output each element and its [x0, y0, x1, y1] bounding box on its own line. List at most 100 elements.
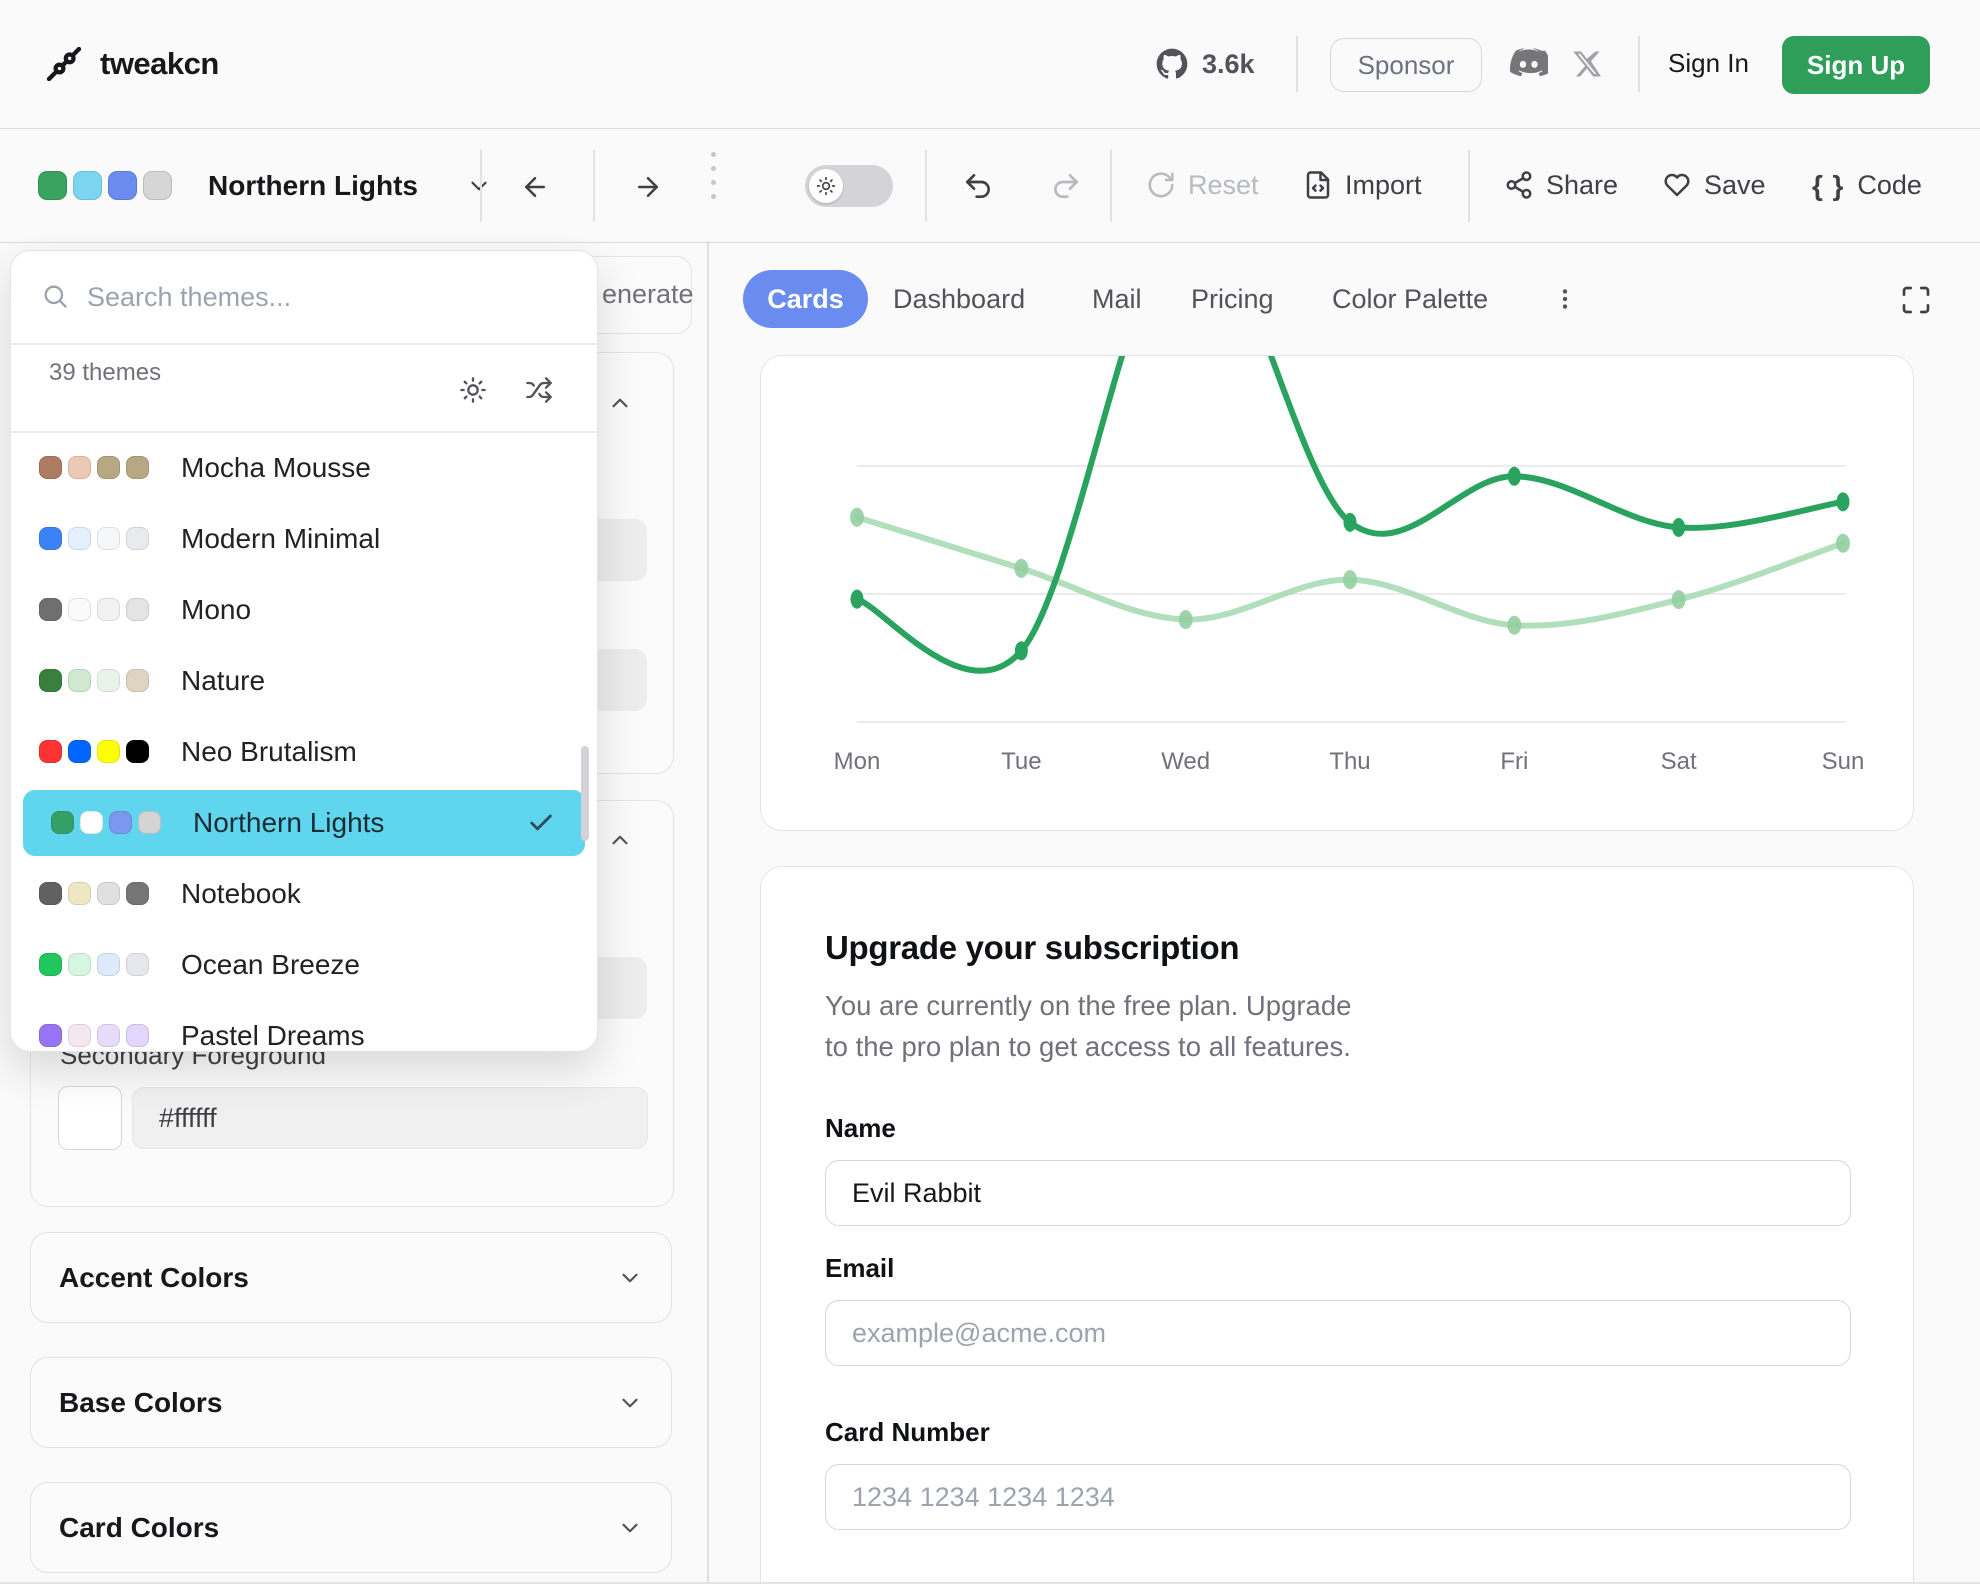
- card-number-label: Card Number: [825, 1417, 990, 1448]
- current-theme-name: Northern Lights: [208, 170, 418, 202]
- chevron-up-icon[interactable]: [607, 827, 633, 853]
- tweakcn-app: tweakcn 3.6k Sponsor Sign In Sign Up No: [0, 0, 1980, 1584]
- sun-icon: [816, 176, 836, 196]
- theme-search-dropdown: 39 themes Mocha MousseModern MinimalMono…: [10, 250, 598, 1052]
- sign-in-button[interactable]: Sign In: [1668, 48, 1749, 79]
- tab-color-palette[interactable]: Color Palette: [1332, 284, 1488, 315]
- fullscreen-icon[interactable]: [1900, 284, 1932, 316]
- theme-chip: [38, 171, 67, 200]
- theme-option-nature[interactable]: Nature: [11, 645, 597, 716]
- braces-icon: { }: [1812, 170, 1845, 202]
- line-chart: MonTueWedThuFriSatSun: [761, 356, 1914, 831]
- sponsor-button[interactable]: Sponsor: [1330, 38, 1482, 92]
- editor-toolbar: Northern Lights: [0, 130, 1980, 243]
- name-input[interactable]: [825, 1160, 1851, 1226]
- discord-link[interactable]: [1506, 0, 1548, 128]
- themes-count: 39 themes: [49, 327, 161, 419]
- theme-option-mono[interactable]: Mono: [11, 574, 597, 645]
- color-swatch: [97, 527, 120, 550]
- color-swatch: [51, 811, 74, 834]
- theme-swatches: [39, 953, 155, 976]
- accordion-base-colors[interactable]: Base Colors: [30, 1357, 672, 1448]
- dropdown-scrollbar[interactable]: [581, 746, 589, 841]
- theme-option-pastel-dreams[interactable]: Pastel Dreams: [11, 1000, 597, 1052]
- generate-button-fragment[interactable]: enerate: [602, 279, 694, 310]
- color-swatch: [126, 598, 149, 621]
- theme-swatches: [39, 669, 155, 692]
- theme-swatches: [39, 527, 155, 550]
- email-input[interactable]: [825, 1300, 1851, 1366]
- color-swatch: [126, 740, 149, 763]
- code-button[interactable]: { } Code: [1812, 170, 1922, 202]
- color-swatch: [97, 1024, 120, 1047]
- theme-swatches: [39, 598, 155, 621]
- color-swatch: [138, 811, 161, 834]
- arrow-left-icon: [520, 172, 550, 202]
- more-tabs-icon[interactable]: [1552, 286, 1578, 312]
- theme-swatches: [51, 811, 167, 834]
- save-button[interactable]: Save: [1662, 170, 1766, 201]
- theme-chip: [108, 171, 137, 200]
- theme-selector[interactable]: Northern Lights: [38, 130, 492, 242]
- next-theme-button[interactable]: [633, 172, 663, 202]
- email-label: Email: [825, 1253, 894, 1284]
- tab-mail[interactable]: Mail: [1092, 284, 1142, 315]
- theme-option-modern-minimal[interactable]: Modern Minimal: [11, 503, 597, 574]
- theme-option-mocha-mousse[interactable]: Mocha Mousse: [11, 432, 597, 503]
- theme-option-label: Ocean Breeze: [181, 949, 360, 981]
- accordion-accent-colors[interactable]: Accent Colors: [30, 1232, 672, 1323]
- app-header: tweakcn 3.6k Sponsor Sign In Sign Up: [0, 0, 1980, 129]
- color-swatch: [97, 456, 120, 479]
- color-swatch: [97, 953, 120, 976]
- chevron-down-icon: [617, 1390, 643, 1416]
- heart-icon: [1662, 170, 1692, 200]
- color-swatch: [68, 882, 91, 905]
- toggle-knob: [809, 169, 843, 203]
- color-swatch: [97, 882, 120, 905]
- color-swatch: [126, 882, 149, 905]
- color-swatch: [68, 953, 91, 976]
- shuffle-icon[interactable]: [525, 376, 553, 404]
- tab-cards[interactable]: Cards: [743, 270, 868, 328]
- theme-option-northern-lights[interactable]: Northern Lights: [23, 790, 585, 856]
- upgrade-description: You are currently on the free plan. Upgr…: [825, 985, 1351, 1067]
- prev-theme-button[interactable]: [520, 172, 550, 202]
- svg-text:Fri: Fri: [1500, 748, 1528, 775]
- undo-button[interactable]: [962, 170, 994, 202]
- tab-dashboard[interactable]: Dashboard: [893, 284, 1025, 315]
- secondary-foreground-swatch[interactable]: [58, 1086, 122, 1150]
- color-swatch: [126, 669, 149, 692]
- theme-option-neo-brutalism[interactable]: Neo Brutalism: [11, 716, 597, 787]
- import-button[interactable]: Import: [1303, 170, 1422, 201]
- reset-button[interactable]: Reset: [1146, 170, 1259, 201]
- check-icon: [527, 809, 555, 837]
- redo-button[interactable]: [1050, 170, 1082, 202]
- share-button[interactable]: Share: [1504, 170, 1618, 201]
- sign-up-button[interactable]: Sign Up: [1782, 36, 1930, 94]
- logo[interactable]: tweakcn: [44, 0, 219, 128]
- color-swatch: [39, 1024, 62, 1047]
- github-link[interactable]: 3.6k: [1156, 0, 1255, 128]
- theme-chip: [73, 171, 102, 200]
- x-twitter-link[interactable]: [1572, 0, 1602, 128]
- color-swatch: [39, 527, 62, 550]
- share-icon: [1504, 170, 1534, 200]
- panel-resize-handle[interactable]: [711, 148, 716, 204]
- theme-option-ocean-breeze[interactable]: Ocean Breeze: [11, 929, 597, 1000]
- color-swatch: [97, 740, 120, 763]
- svg-text:Sun: Sun: [1822, 748, 1865, 775]
- tab-pricing[interactable]: Pricing: [1191, 284, 1274, 315]
- color-swatch: [68, 669, 91, 692]
- secondary-foreground-hex-input[interactable]: #ffffff: [132, 1087, 648, 1149]
- color-swatch: [39, 669, 62, 692]
- theme-option-notebook[interactable]: Notebook: [11, 858, 597, 929]
- light-dark-toggle[interactable]: [805, 165, 893, 207]
- light-mode-filter-icon[interactable]: [459, 376, 487, 404]
- tweakcn-logo-icon: [44, 44, 84, 84]
- theme-swatches: [39, 882, 155, 905]
- chevron-up-icon[interactable]: [607, 390, 633, 416]
- accordion-card-colors[interactable]: Card Colors: [30, 1482, 672, 1573]
- theme-option-label: Pastel Dreams: [181, 1020, 365, 1052]
- card-number-input[interactable]: [825, 1464, 1851, 1530]
- color-swatch: [39, 882, 62, 905]
